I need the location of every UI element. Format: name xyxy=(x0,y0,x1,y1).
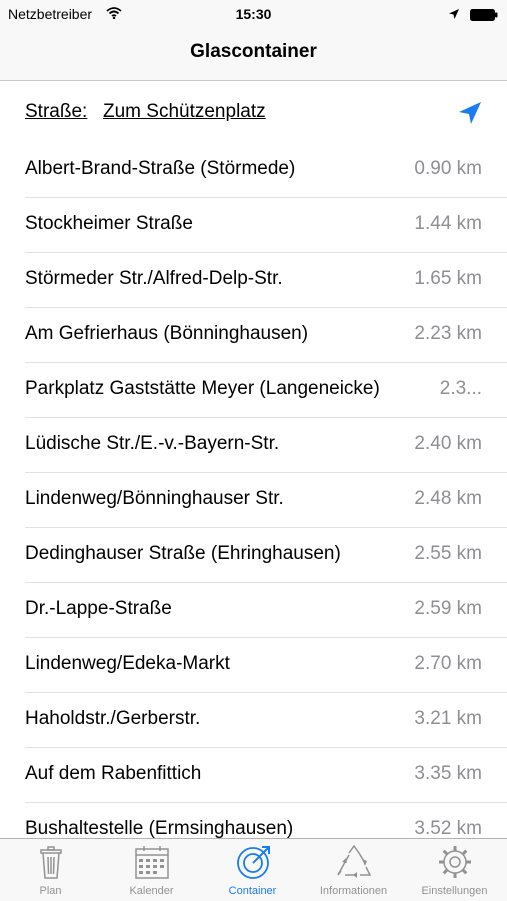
list-item[interactable]: Haholdstr./Gerberstr. 3.21 km xyxy=(25,693,507,748)
container-list: Albert-Brand-Straße (Störmede) 0.90 km Sto… xyxy=(0,143,507,858)
container-distance: 2.59 km xyxy=(414,598,482,619)
tab-label: Container xyxy=(228,885,277,897)
status-time: 15:30 xyxy=(235,6,272,22)
location-arrow-icon xyxy=(449,9,459,19)
list-item[interactable]: Albert-Brand-Straße (Störmede) 0.90 km xyxy=(25,143,507,198)
recycle-icon xyxy=(337,844,372,878)
status-bar: Netzbetreiber 15:30 xyxy=(0,0,507,30)
tab-informationen[interactable]: Informationen xyxy=(303,839,404,901)
navigation-bar: Glascontainer xyxy=(0,30,507,81)
container-name: Dr.-Lappe-Straße xyxy=(25,598,172,619)
list-item[interactable]: Lindenweg/Bönninghauser Str. 2.48 km xyxy=(25,473,507,528)
list-item[interactable]: Am Gefrierhaus (Bönninghausen) 2.23 km xyxy=(25,308,507,363)
container-name: Haholdstr./Gerberstr. xyxy=(25,708,201,729)
container-name: Stockheimer Straße xyxy=(25,213,193,234)
calendar-icon xyxy=(135,846,169,879)
list-item[interactable]: Parkplatz Gaststätte Meyer (Langeneicke)… xyxy=(25,363,507,418)
container-distance: 1.44 km xyxy=(414,213,482,234)
container-distance: 0.90 km xyxy=(414,158,482,179)
tab-einstellungen[interactable]: Einstellungen xyxy=(404,839,505,901)
list-item[interactable]: Auf dem Rabenfittich 3.35 km xyxy=(25,748,507,803)
gear-icon xyxy=(439,846,471,878)
location-arrow-icon[interactable] xyxy=(456,99,484,127)
container-name: Auf dem Rabenfittich xyxy=(25,763,202,784)
container-distance: 2.3... xyxy=(439,378,482,399)
container-name: Am Gefrierhaus (Bönninghausen) xyxy=(25,323,309,344)
container-target-icon xyxy=(237,846,270,879)
battery-icon xyxy=(470,9,498,21)
tab-bar: Plan Kalender Container Informationen Ei… xyxy=(0,838,507,901)
tab-label: Einstellungen xyxy=(421,885,488,897)
list-item[interactable]: Dr.-Lappe-Straße 2.59 km xyxy=(25,583,507,638)
tab-plan[interactable]: Plan xyxy=(0,839,101,901)
container-distance: 3.52 km xyxy=(414,818,482,839)
container-name: Parkplatz Gaststätte Meyer (Langeneicke) xyxy=(25,378,380,399)
street-value-link[interactable]: Zum Schützenplatz xyxy=(103,101,266,123)
container-distance: 2.48 km xyxy=(414,488,482,509)
tab-label: Informationen xyxy=(319,885,388,897)
trash-bin-icon xyxy=(40,846,62,879)
page-title: Glascontainer xyxy=(190,41,317,62)
container-distance: 2.23 km xyxy=(414,323,482,344)
list-item[interactable]: Störmeder Str./Alfred-Delp-Str. 1.65 km xyxy=(25,253,507,308)
container-name: Albert-Brand-Straße (Störmede) xyxy=(25,158,296,179)
container-name: Bushaltestelle (Ermsinghausen) xyxy=(25,818,294,839)
list-item[interactable]: Lindenweg/Edeka-Markt 2.70 km xyxy=(25,638,507,693)
street-label: Straße: xyxy=(25,101,88,122)
container-name: Lüdische Str./E.-v.-Bayern-Str. xyxy=(25,433,280,454)
tab-label: Kalender xyxy=(129,885,174,897)
container-distance: 3.21 km xyxy=(414,708,482,729)
tab-label: Plan xyxy=(39,885,62,897)
container-name: Lindenweg/Edeka-Markt xyxy=(25,653,230,674)
street-selector[interactable]: Straße: Zum Schützenplatz xyxy=(0,81,507,143)
container-distance: 2.55 km xyxy=(414,543,482,564)
container-name: Lindenweg/Bönninghauser Str. xyxy=(25,488,284,509)
container-distance: 2.40 km xyxy=(414,433,482,454)
container-distance: 2.70 km xyxy=(414,653,482,674)
list-item[interactable]: Stockheimer Straße 1.44 km xyxy=(25,198,507,253)
container-name: Störmeder Str./Alfred-Delp-Str. xyxy=(25,268,283,289)
container-distance: 3.35 km xyxy=(414,763,482,784)
tab-kalender[interactable]: Kalender xyxy=(101,839,202,901)
list-item[interactable]: Dedinghauser Straße (Ehringhausen) 2.55 k… xyxy=(25,528,507,583)
container-distance: 1.65 km xyxy=(414,268,482,289)
tab-container[interactable]: Container xyxy=(202,839,303,901)
list-item[interactable]: Lüdische Str./E.-v.-Bayern-Str. 2.40 km xyxy=(25,418,507,473)
container-name: Dedinghauser Straße (Ehringhausen) xyxy=(25,543,341,564)
